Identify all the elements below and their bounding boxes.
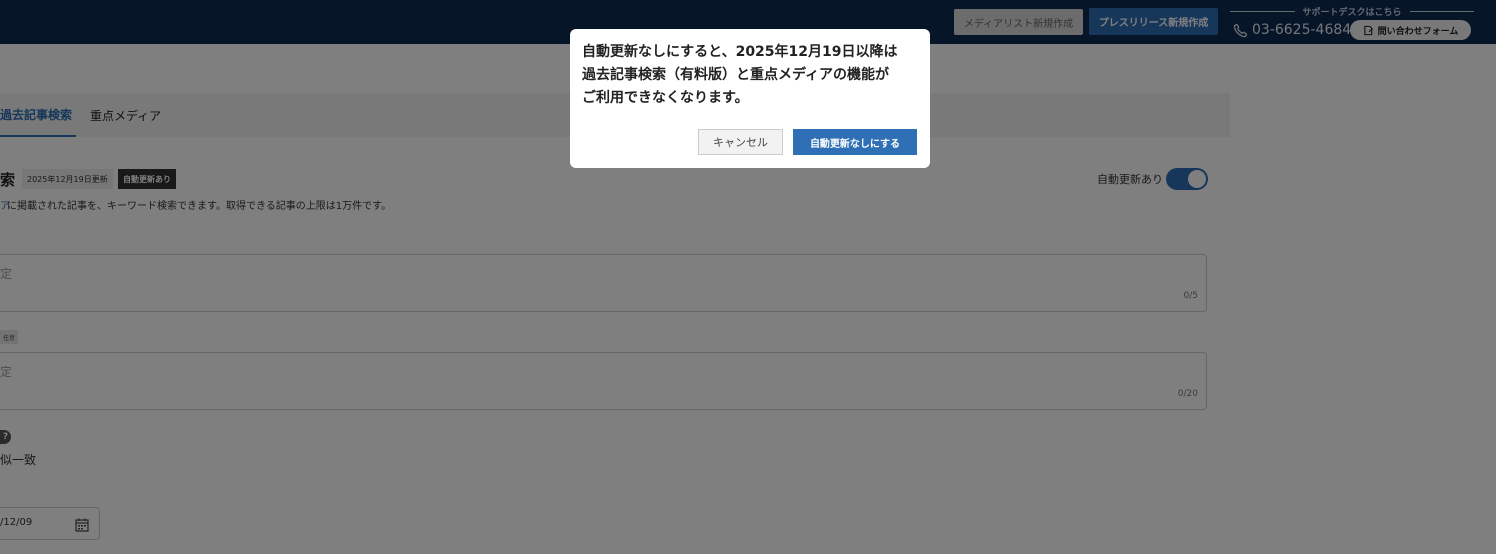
dialog-message: 自動更新なしにすると、2025年12月19日以降は 過去記事検索（有料版）と重点… bbox=[582, 41, 918, 110]
dialog-message-line: 過去記事検索（有料版）と重点メディアの機能が bbox=[582, 67, 890, 83]
disable-auto-renew-button[interactable]: 自動更新なしにする bbox=[793, 129, 917, 155]
dialog-message-line: ご利用できなくなります。 bbox=[582, 90, 749, 106]
cancel-button[interactable]: キャンセル bbox=[698, 129, 783, 155]
confirm-dialog: 自動更新なしにすると、2025年12月19日以降は 過去記事検索（有料版）と重点… bbox=[570, 29, 930, 168]
dialog-message-line: 自動更新なしにすると、2025年12月19日以降は bbox=[582, 44, 898, 60]
